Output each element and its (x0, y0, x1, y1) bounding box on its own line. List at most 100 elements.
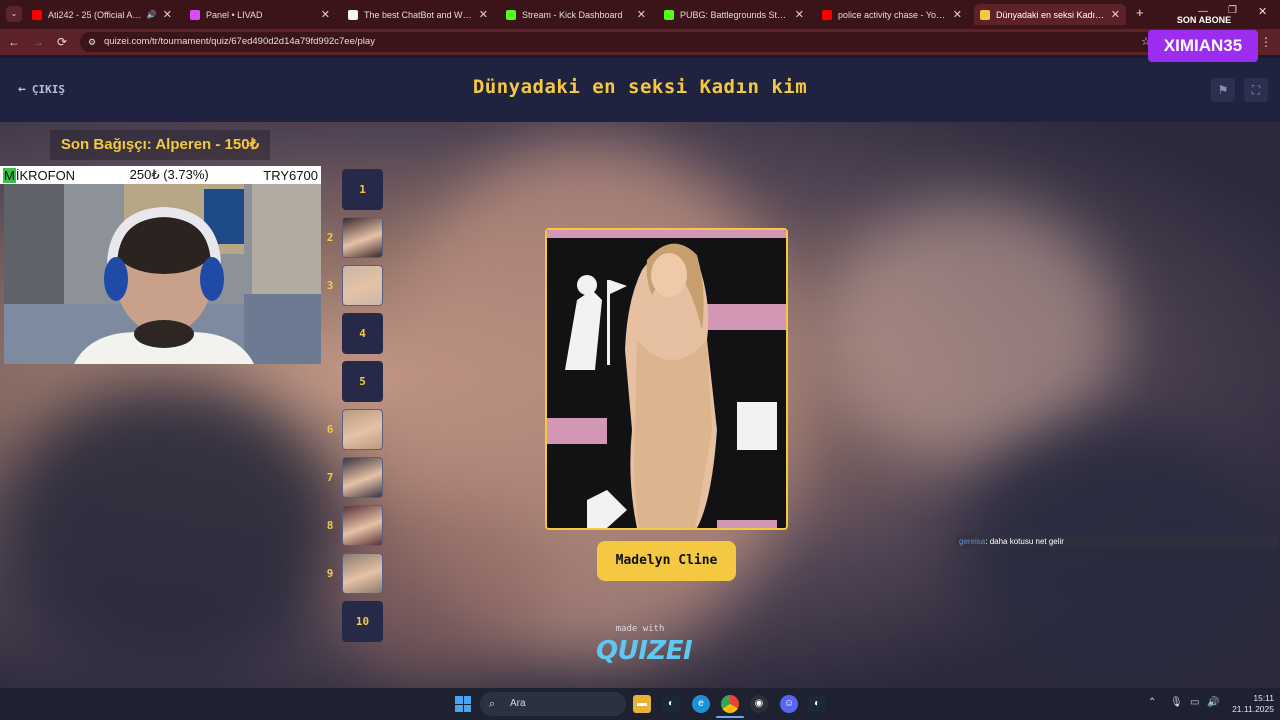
bracket-slot-label: 10 (355, 615, 370, 628)
tab-title: Dünyadaki en seksi Kadın kim (996, 9, 1105, 20)
url-field[interactable]: ⚙ quizei.com/tr/tournament/quiz/67ed490d… (80, 32, 1160, 52)
tab-title: The best ChatBot and Widgets (364, 9, 473, 20)
active-app-indicator (716, 716, 744, 718)
site-info-icon[interactable]: ⚙ (88, 32, 96, 52)
made-with-label: made with (615, 624, 665, 634)
close-tab-icon[interactable]: ✕ (637, 8, 646, 21)
bracket-slot[interactable] (342, 409, 383, 450)
botrix-icon (348, 9, 358, 20)
tab-title: police activity chase - YouTube (838, 9, 947, 20)
browser-menu-icon[interactable]: ⋮ (1260, 35, 1272, 49)
chat-username: gerelsa (959, 537, 986, 546)
last-subscriber-label: SON ABONE (1176, 15, 1232, 25)
mic-goal-label: MİKROFON (3, 167, 76, 183)
bracket-thumbnail (343, 554, 382, 593)
bracket-slot[interactable]: 1 (342, 169, 383, 210)
back-button[interactable]: ← (4, 32, 24, 52)
close-tab-icon[interactable]: ✕ (1111, 8, 1120, 21)
tab-title: Ati242 - 25 (Official Audio) (48, 9, 143, 20)
choice-name-button[interactable]: Madelyn Cline (597, 541, 736, 581)
microphone-icon[interactable]: 🎙 (1170, 697, 1183, 708)
close-tab-icon[interactable]: ✕ (321, 8, 330, 21)
system-clock[interactable]: 15:11 21.11.2025 (1222, 693, 1274, 715)
youtube-icon (32, 9, 42, 20)
arrow-left-icon: ← (18, 82, 26, 97)
browser-tab[interactable]: Stream - Kick Dashboard ✕ (500, 4, 652, 25)
bracket-slot-number: 2 (326, 231, 334, 244)
reload-button[interactable]: ⟳ (52, 32, 72, 52)
tab-list-dropdown[interactable]: ⌄ (6, 6, 22, 22)
quiz-title: Dünyadaki en seksi Kadın kim (472, 76, 808, 98)
bracket-thumbnail (343, 266, 382, 305)
contestant-photo (547, 230, 786, 528)
taskbar-search[interactable]: ⌕ Ara (480, 692, 626, 716)
youtube-icon (822, 9, 832, 20)
exit-label: ÇIKIŞ (31, 83, 65, 96)
file-explorer-icon[interactable]: ▬ (633, 695, 651, 713)
new-tab-button[interactable]: + (1136, 5, 1144, 20)
bracket-slot-label: 5 (359, 375, 366, 388)
browser-tab[interactable]: Ati242 - 25 (Official Audio) 🔊 ✕ (26, 4, 178, 25)
bracket-thumbnail (343, 506, 382, 545)
bracket-slot[interactable] (342, 217, 383, 258)
bracket-slot[interactable]: 5 (342, 361, 383, 402)
bracket-slot-number: 8 (326, 519, 334, 532)
close-tab-icon[interactable]: ✕ (163, 8, 172, 21)
bracket-slot-label: 1 (359, 183, 366, 196)
contestant-card[interactable] (545, 228, 788, 530)
mic-goal-progress: 250₺ (3.73%) (129, 167, 209, 182)
browser-tab[interactable]: The best ChatBot and Widgets ✕ (342, 4, 494, 25)
edge-icon[interactable]: e (692, 695, 710, 713)
search-icon: ⌕ (489, 698, 496, 710)
bracket-slot-number: 3 (326, 279, 334, 292)
bracket-slot[interactable] (342, 265, 383, 306)
tab-title: PUBG: Battlegrounds Streaming (680, 9, 789, 20)
clock-date: 21.11.2025 (1232, 704, 1274, 714)
taskbar-search-label: Ara (510, 698, 526, 709)
browser-tab[interactable]: Panel • LIVAD ✕ (184, 4, 336, 25)
exit-button[interactable]: ← ÇIKIŞ (18, 82, 65, 97)
bracket-slot-number: 6 (326, 423, 334, 436)
flag-icon: ⚑ (1217, 83, 1229, 97)
webcam-scene (4, 184, 321, 364)
fullscreen-button[interactable]: ⛶ (1244, 78, 1268, 102)
mic-goal-label-rest: İKROFON (15, 167, 76, 183)
steam-app-icon[interactable]: ◐ (808, 695, 826, 713)
browser-tab[interactable]: PUBG: Battlegrounds Streaming ✕ (658, 4, 810, 25)
browser-tab[interactable]: police activity chase - YouTube ✕ (816, 4, 968, 25)
windows-start-icon[interactable] (455, 696, 471, 712)
fullscreen-icon: ⛶ (1251, 83, 1261, 97)
close-tab-icon[interactable]: ✕ (795, 8, 804, 21)
discord-icon[interactable]: ☺ (780, 695, 798, 713)
bracket-slot[interactable] (342, 553, 383, 594)
bracket-thumbnail (343, 218, 382, 257)
bracket-slot[interactable] (342, 457, 383, 498)
last-donor-label: Son Bağışçı: Alperen - 150₺ (50, 130, 270, 160)
close-window-button[interactable]: ✕ (1258, 5, 1267, 18)
browser-tab[interactable]: Dünyadaki en seksi Kadın kim ✕ (974, 4, 1126, 25)
forward-button[interactable]: → (28, 32, 48, 52)
bracket-slot[interactable]: 4 (342, 313, 383, 354)
network-icon[interactable]: ▭ (1190, 697, 1199, 708)
microphone-goal-bar: MİKROFON 250₺ (3.73%) TRY6700 (0, 166, 321, 184)
steam-icon[interactable]: ◐ (662, 695, 680, 713)
volume-icon[interactable]: 🔊 (1207, 697, 1219, 708)
mic-goal-label-highlight: M (3, 167, 16, 183)
report-flag-button[interactable]: ⚑ (1211, 78, 1235, 102)
bracket-slot[interactable]: 10 (342, 601, 383, 642)
tab-title: Stream - Kick Dashboard (522, 9, 623, 20)
speaker-icon[interactable]: 🔊 (147, 10, 157, 19)
bracket-slot-number: 9 (326, 567, 334, 580)
bracket-slot[interactable] (342, 505, 383, 546)
obs-icon[interactable]: ◉ (750, 695, 768, 713)
bracket-thumbnail (343, 458, 382, 497)
chrome-icon[interactable] (721, 695, 739, 713)
kick-icon (506, 9, 516, 20)
tray-overflow-icon[interactable]: ⌃ (1148, 697, 1156, 708)
close-tab-icon[interactable]: ✕ (953, 8, 962, 21)
quizei-logo[interactable]: QUIZEI (596, 636, 693, 666)
quizei-icon (980, 9, 990, 20)
close-tab-icon[interactable]: ✕ (479, 8, 488, 21)
clock-time: 15:11 (1253, 693, 1274, 703)
webcam-feed (4, 184, 321, 364)
